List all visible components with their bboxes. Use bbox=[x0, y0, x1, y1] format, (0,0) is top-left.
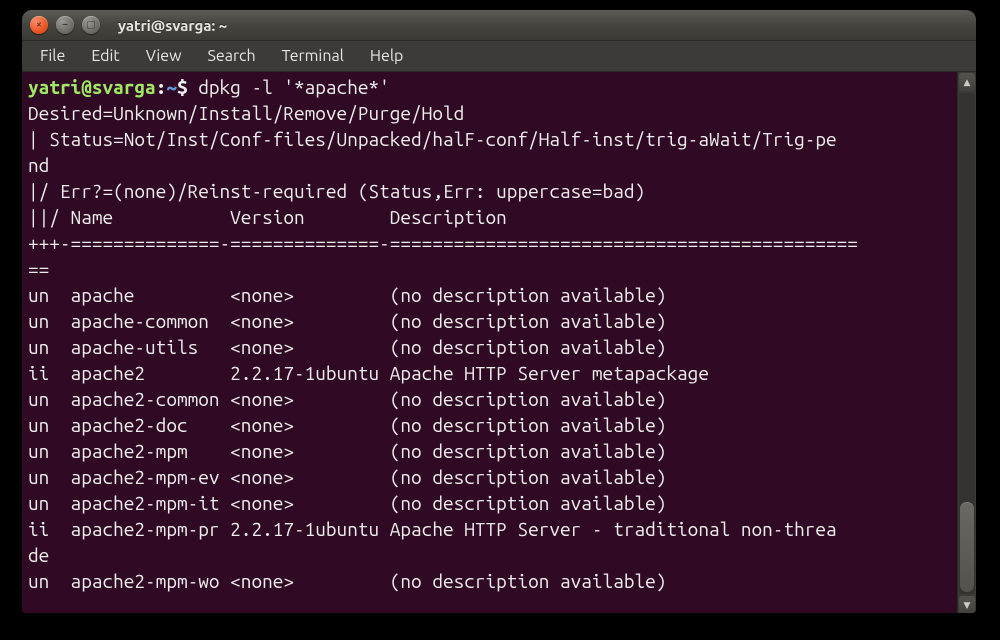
terminal-area: yatri@svarga:~$ dpkg -l '*apache*' Desir… bbox=[22, 72, 976, 613]
scroll-up-button[interactable]: ▲ bbox=[959, 73, 975, 91]
terminal-window: × – ▢ yatri@svarga: ~ File Edit View Sea… bbox=[22, 10, 976, 613]
scroll-down-button[interactable]: ▼ bbox=[959, 596, 975, 613]
titlebar[interactable]: × – ▢ yatri@svarga: ~ bbox=[22, 10, 976, 41]
close-button[interactable]: × bbox=[30, 16, 48, 34]
maximize-icon: ▢ bbox=[86, 20, 95, 30]
maximize-button[interactable]: ▢ bbox=[82, 16, 100, 34]
menu-file[interactable]: File bbox=[28, 43, 77, 69]
minimize-button[interactable]: – bbox=[56, 16, 74, 34]
close-icon: × bbox=[36, 20, 42, 30]
menu-edit[interactable]: Edit bbox=[79, 43, 131, 69]
chevron-down-icon: ▼ bbox=[964, 600, 971, 611]
minimize-icon: – bbox=[63, 20, 68, 30]
menu-help[interactable]: Help bbox=[358, 43, 416, 69]
scrollbar-thumb[interactable] bbox=[960, 502, 974, 592]
window-title: yatri@svarga: ~ bbox=[118, 17, 227, 34]
menu-view[interactable]: View bbox=[134, 43, 194, 69]
menu-search[interactable]: Search bbox=[196, 43, 268, 69]
terminal-content[interactable]: yatri@svarga:~$ dpkg -l '*apache*' Desir… bbox=[22, 72, 958, 613]
menubar: File Edit View Search Terminal Help bbox=[22, 41, 976, 72]
scrollbar[interactable]: ▲ ▼ bbox=[957, 72, 976, 613]
chevron-up-icon: ▲ bbox=[964, 77, 971, 88]
scrollbar-track[interactable] bbox=[959, 93, 975, 594]
menu-terminal[interactable]: Terminal bbox=[270, 43, 356, 69]
